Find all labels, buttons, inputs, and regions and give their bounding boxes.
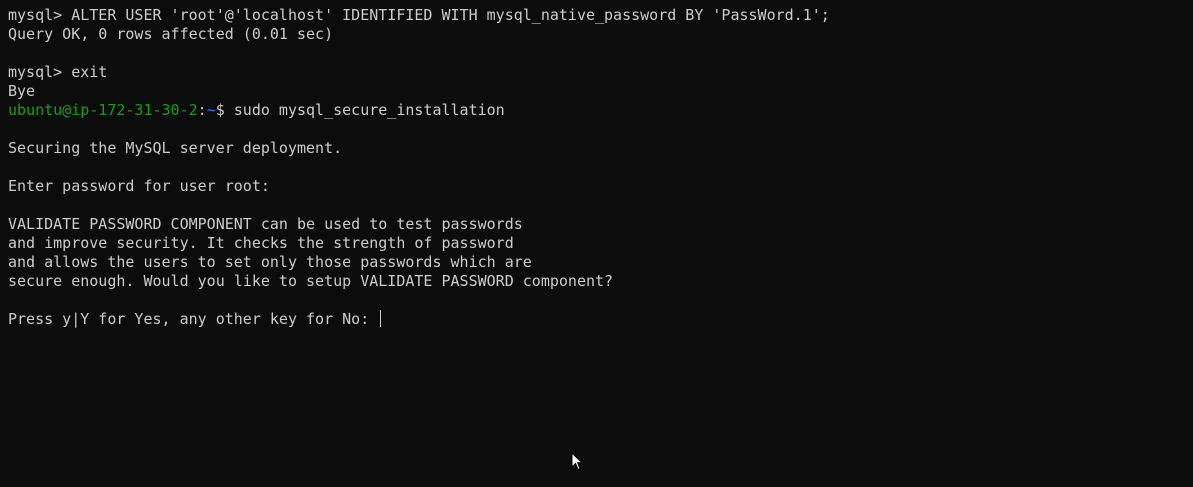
terminal-line: Bye (8, 82, 36, 100)
terminal-line: Securing the MySQL server deployment. (8, 139, 343, 157)
terminal-line: mysql> exit (8, 63, 108, 81)
terminal-line: mysql> ALTER USER 'root'@'localhost' IDE… (8, 6, 830, 24)
terminal-line: Query OK, 0 rows affected (0.01 sec) (8, 25, 334, 43)
prompt-user-host: ubuntu@ip-172-31-30-2 (8, 101, 198, 119)
terminal-line: VALIDATE PASSWORD COMPONENT can be used … (8, 215, 523, 233)
terminal-line: Enter password for user root: (8, 177, 270, 195)
shell-prompt-line: ubuntu@ip-172-31-30-2:~$ sudo mysql_secu… (8, 101, 1193, 120)
prompt-command: sudo mysql_secure_installation (233, 101, 505, 119)
terminal-line: secure enough. Would you like to setup V… (8, 272, 614, 290)
prompt-symbol: $ (215, 101, 234, 119)
terminal-window[interactable]: mysql> ALTER USER 'root'@'localhost' IDE… (0, 0, 1193, 487)
input-prompt-line[interactable]: Press y|Y for Yes, any other key for No: (8, 310, 1193, 329)
prompt-path: ~ (206, 101, 216, 119)
terminal-line: and allows the users to set only those p… (8, 253, 532, 271)
text-cursor (380, 310, 382, 327)
prompt-separator: : (197, 101, 207, 119)
input-prompt-text: Press y|Y for Yes, any other key for No: (8, 310, 379, 328)
mouse-pointer-icon (571, 452, 583, 471)
terminal-line: and improve security. It checks the stre… (8, 234, 514, 252)
